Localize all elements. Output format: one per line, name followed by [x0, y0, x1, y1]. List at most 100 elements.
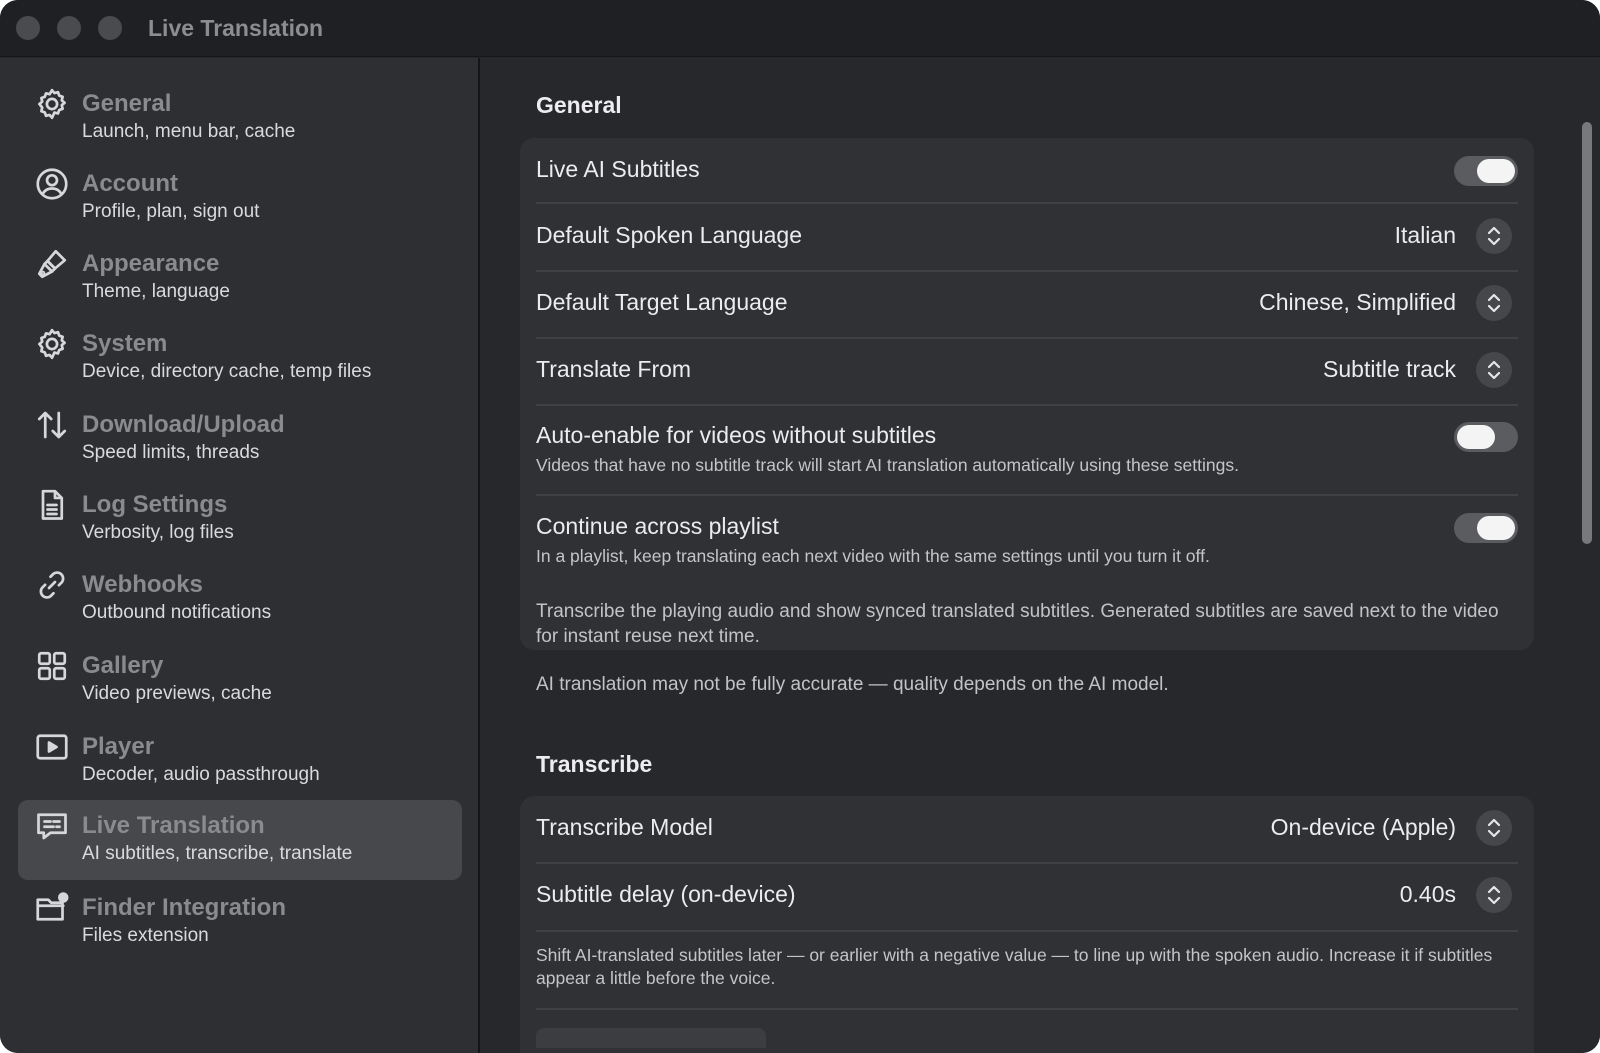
sidebar-item-title: Log Settings: [82, 491, 228, 518]
live-ai-subtitles-toggle[interactable]: [1454, 156, 1518, 186]
zoom-window-button[interactable]: [98, 16, 122, 40]
sidebar-item-webhooks[interactable]: Webhooks Outbound notifications: [18, 559, 462, 639]
sidebar: General Launch, menu bar, cache Account …: [0, 58, 480, 1053]
subtitle-delay-row: Subtitle delay (on-device) 0.40s: [536, 864, 1518, 930]
gear-icon: [32, 324, 72, 364]
transcribe-model-value[interactable]: On-device (Apple): [1271, 814, 1456, 841]
spoken-language-label: Default Spoken Language: [536, 222, 802, 248]
transcribe-model-label: Transcribe Model: [536, 814, 713, 840]
minimize-window-button[interactable]: [57, 16, 81, 40]
sidebar-item-subtitle: Theme, language: [82, 281, 230, 302]
target-language-row: Default Target Language Chinese, Simplif…: [536, 272, 1518, 338]
continue-playlist-row: Continue across playlist In a playlist, …: [536, 496, 1518, 586]
sidebar-item-title: General: [82, 90, 172, 117]
sidebar-item-finder-integration[interactable]: Finder Integration Files extension: [18, 882, 462, 962]
chevron-up-down-icon: [1487, 360, 1501, 380]
title-bar: Live Translation: [0, 0, 1600, 57]
sidebar-item-system[interactable]: System Device, directory cache, temp fil…: [18, 318, 462, 398]
subtitle-delay-stepper[interactable]: [1476, 877, 1512, 913]
sidebar-item-title: Finder Integration: [82, 894, 286, 921]
person-circle-icon: [32, 164, 72, 204]
translate-from-row: Translate From Subtitle track: [536, 339, 1518, 405]
continue-playlist-toggle[interactable]: [1454, 513, 1518, 543]
spoken-language-row: Default Spoken Language Italian: [536, 204, 1518, 270]
spoken-language-stepper[interactable]: [1476, 218, 1512, 254]
sidebar-item-subtitle: Video previews, cache: [82, 683, 272, 704]
sidebar-item-subtitle: Device, directory cache, temp files: [82, 361, 372, 382]
sidebar-item-title: Live Translation: [82, 812, 265, 839]
auto-enable-row: Auto-enable for videos without subtitles…: [536, 406, 1518, 496]
sidebar-item-download-upload[interactable]: Download/Upload Speed limits, threads: [18, 399, 462, 479]
settings-content: General Live AI Subtitles Default Spoken…: [482, 58, 1600, 1053]
sidebar-item-title: Appearance: [82, 250, 220, 277]
target-language-label: Default Target Language: [536, 289, 788, 315]
close-window-button[interactable]: [16, 16, 40, 40]
subtitle-delay-description: Shift AI-translated subtitles later — or…: [536, 945, 1493, 988]
sidebar-item-title: Player: [82, 733, 155, 760]
window-title: Live Translation: [148, 14, 324, 41]
sidebar-item-subtitle: Outbound notifications: [82, 602, 272, 623]
transcribe-settings-group: Transcribe Model On-device (Apple) Subti…: [520, 796, 1534, 1053]
chevron-up-down-icon: [1487, 885, 1501, 905]
chevron-up-down-icon: [1487, 226, 1501, 246]
gear-icon: [32, 84, 72, 124]
spoken-language-value[interactable]: Italian: [1395, 222, 1456, 249]
auto-enable-label: Auto-enable for videos without subtitles: [536, 422, 937, 448]
translate-from-stepper[interactable]: [1476, 352, 1512, 388]
translate-from-value[interactable]: Subtitle track: [1323, 356, 1456, 383]
general-note-accuracy: AI translation may not be fully accurate…: [536, 674, 1169, 695]
folder-gear-icon: [32, 888, 72, 928]
continue-playlist-description: In a playlist, keep translating each nex…: [536, 546, 1210, 566]
divider: [536, 1008, 1518, 1010]
partially-visible-button[interactable]: [536, 1028, 766, 1048]
sidebar-item-general[interactable]: General Launch, menu bar, cache: [18, 78, 462, 158]
general-settings-group: Live AI Subtitles Default Spoken Languag…: [520, 138, 1534, 650]
sidebar-item-title: Download/Upload: [82, 411, 285, 438]
live-ai-subtitles-row: Live AI Subtitles: [536, 138, 1518, 202]
general-note-description: Transcribe the playing audio and show sy…: [536, 601, 1499, 647]
subtitle-delay-label: Subtitle delay (on-device): [536, 881, 796, 907]
document-icon: [32, 485, 72, 525]
sidebar-item-subtitle: Launch, menu bar, cache: [82, 121, 296, 142]
play-rectangle-icon: [32, 727, 72, 767]
transcribe-model-row: Transcribe Model On-device (Apple): [536, 796, 1518, 862]
sidebar-item-appearance[interactable]: Appearance Theme, language: [18, 238, 462, 318]
transcribe-model-stepper[interactable]: [1476, 810, 1512, 846]
sidebar-item-title: Webhooks: [82, 571, 203, 598]
sidebar-item-title: System: [82, 330, 168, 357]
settings-window: Live Translation General Launch, menu ba…: [0, 0, 1600, 1053]
translate-from-label: Translate From: [536, 356, 692, 382]
sidebar-item-subtitle: AI subtitles, transcribe, translate: [82, 843, 353, 864]
section-title-general: General: [536, 92, 622, 118]
sidebar-item-subtitle: Speed limits, threads: [82, 442, 260, 463]
divider: [536, 930, 1518, 932]
captions-bubble-icon: [32, 806, 72, 846]
sidebar-item-player[interactable]: Player Decoder, audio passthrough: [18, 721, 462, 801]
target-language-value[interactable]: Chinese, Simplified: [1259, 289, 1456, 316]
sidebar-item-title: Gallery: [82, 652, 164, 679]
auto-enable-description: Videos that have no subtitle track will …: [536, 455, 1239, 475]
sidebar-item-account[interactable]: Account Profile, plan, sign out: [18, 158, 462, 238]
window-controls: [16, 16, 122, 40]
grid-icon: [32, 646, 72, 686]
sidebar-item-gallery[interactable]: Gallery Video previews, cache: [18, 640, 462, 720]
link-icon: [32, 565, 72, 605]
section-title-transcribe: Transcribe: [536, 751, 653, 777]
subtitle-delay-value[interactable]: 0.40s: [1400, 881, 1456, 908]
live-ai-subtitles-label: Live AI Subtitles: [536, 156, 700, 182]
paintbrush-icon: [32, 244, 72, 284]
sidebar-item-log-settings[interactable]: Log Settings Verbosity, log files: [18, 479, 462, 559]
arrow-up-down-icon: [32, 405, 72, 445]
continue-playlist-label: Continue across playlist: [536, 513, 779, 539]
auto-enable-toggle[interactable]: [1454, 422, 1518, 452]
scrollbar-thumb[interactable]: [1582, 122, 1592, 544]
sidebar-item-subtitle: Files extension: [82, 925, 209, 946]
sidebar-item-title: Account: [82, 170, 178, 197]
chevron-up-down-icon: [1487, 818, 1501, 838]
chevron-up-down-icon: [1487, 293, 1501, 313]
target-language-stepper[interactable]: [1476, 285, 1512, 321]
sidebar-item-subtitle: Decoder, audio passthrough: [82, 764, 320, 785]
sidebar-item-subtitle: Verbosity, log files: [82, 522, 234, 543]
sidebar-item-subtitle: Profile, plan, sign out: [82, 201, 260, 222]
sidebar-item-live-translation[interactable]: Live Translation AI subtitles, transcrib…: [18, 800, 462, 880]
